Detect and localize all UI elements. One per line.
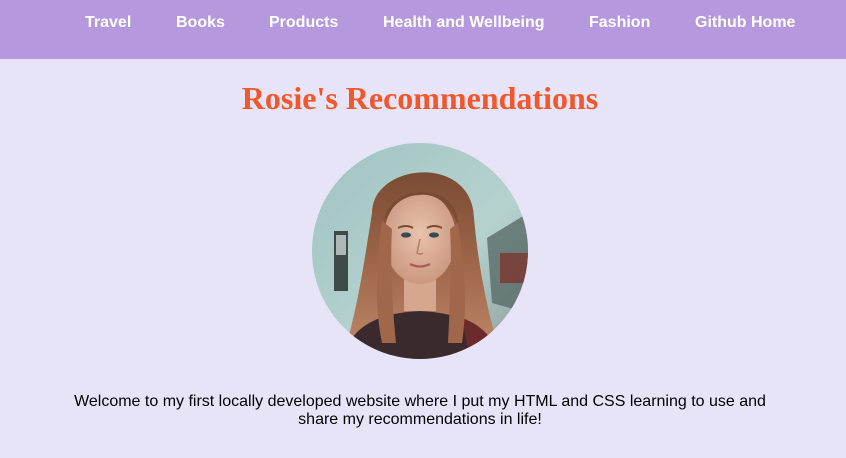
nav-link-health-and-wellbeing[interactable]: Health and Wellbeing <box>383 14 545 32</box>
nav-link-github-home[interactable]: Github Home <box>695 14 795 32</box>
nav-link-travel[interactable]: Travel <box>85 14 131 32</box>
profile-photo <box>312 143 528 359</box>
top-nav-bar: Travel Books Products Health and Wellbei… <box>0 0 846 59</box>
nav-link-books[interactable]: Books <box>176 14 225 32</box>
intro-text: Welcome to my first locally developed we… <box>74 393 766 428</box>
page-title: Rosie's Recommendations <box>241 80 599 116</box>
nav-link-fashion[interactable]: Fashion <box>589 14 650 32</box>
nav-link-products[interactable]: Products <box>269 14 338 32</box>
